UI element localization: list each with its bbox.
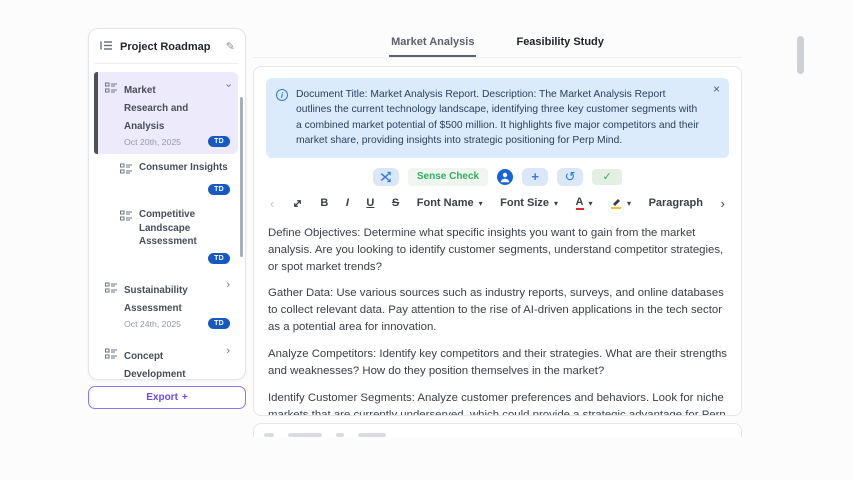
font-name-select[interactable]: Font Name ▾ <box>417 197 483 209</box>
toolbar-scroll-right-button[interactable]: › <box>721 196 725 211</box>
sense-check-button[interactable]: Sense Check <box>408 168 488 186</box>
confirm-button[interactable]: ✓ <box>592 169 622 185</box>
export-button[interactable]: Export + <box>88 386 246 409</box>
app-window: Project Roadmap ✎ Market Research and An… <box>0 0 853 480</box>
close-icon[interactable]: × <box>713 83 720 95</box>
chevron-left-icon: ‹ <box>270 196 274 211</box>
add-button[interactable]: + <box>522 168 548 186</box>
item-label: Competitive Landscape Assessment <box>139 208 230 249</box>
menu-list-icon[interactable] <box>100 40 113 54</box>
task-icon <box>120 209 132 227</box>
paragraph[interactable]: Gather Data: Use various sources such as… <box>268 285 727 336</box>
paragraph-format-select[interactable]: Paragraph <box>649 197 703 209</box>
item-date: Oct 24th, 2025 <box>124 319 201 329</box>
document-editor[interactable]: Define Objectives: Determine what specif… <box>266 225 729 416</box>
caret-down-icon: ▾ <box>479 199 483 208</box>
chevron-right-icon[interactable]: › <box>226 280 230 291</box>
item-date: Oct 20th, 2025 <box>124 137 201 147</box>
document-tabs: Market Analysis Feasibility Study <box>253 28 742 58</box>
chevron-right-icon[interactable]: › <box>226 346 230 357</box>
sidebar-header: Project Roadmap ✎ <box>89 29 245 63</box>
sidebar-scrollbar[interactable] <box>240 97 243 257</box>
user-button[interactable] <box>497 169 513 185</box>
shuffle-button[interactable] <box>373 168 399 186</box>
history-icon: ↺ <box>565 170 576 183</box>
caret-down-icon: ▾ <box>627 199 631 208</box>
document-info-banner: i Document Title: Market Analysis Report… <box>266 78 729 158</box>
task-icon <box>120 162 132 180</box>
item-label: Market Research and Analysis <box>124 85 188 132</box>
roadmap-panel: Project Roadmap ✎ Market Research and An… <box>88 28 246 380</box>
sidebar-item-concept-development[interactable]: Concept Development Oct 28th, 2025 › TD <box>94 338 238 380</box>
user-icon <box>497 169 513 185</box>
item-label: Consumer Insights <box>139 161 228 175</box>
status-badge: TD <box>208 136 230 147</box>
paragraph[interactable]: Define Objectives: Determine what specif… <box>268 225 727 276</box>
item-label: Concept Development <box>124 351 186 380</box>
sidebar-item-consumer-insights[interactable]: Consumer Insights TD <box>94 156 238 201</box>
bold-button[interactable]: B <box>320 197 328 209</box>
roadmap-items: Market Research and Analysis Oct 20th, 2… <box>89 64 245 380</box>
document-card: i Document Title: Market Analysis Report… <box>253 66 742 416</box>
underline-button[interactable]: U <box>366 197 374 209</box>
paragraph[interactable]: Identify Customer Segments: Analyze cust… <box>268 390 727 416</box>
tab-feasibility-study[interactable]: Feasibility Study <box>514 28 605 57</box>
sidebar-item-market-research[interactable]: Market Research and Analysis Oct 20th, 2… <box>94 72 238 154</box>
sidebar-item-competitive-landscape[interactable]: Competitive Landscape Assessment TD <box>94 203 238 270</box>
info-icon: i <box>276 89 288 101</box>
task-icon <box>105 281 117 329</box>
italic-button[interactable]: I <box>346 197 349 209</box>
banner-text: Document Title: Market Analysis Report. … <box>296 87 703 149</box>
history-button[interactable]: ↺ <box>557 168 583 186</box>
editor-toolbar: ‹ B I U S Font Name ▾ Font Size ▾ A <box>266 192 729 216</box>
font-size-select[interactable]: Font Size ▾ <box>500 197 558 209</box>
page-scrollbar[interactable] <box>797 36 804 74</box>
check-icon: ✓ <box>603 170 612 183</box>
tab-market-analysis[interactable]: Market Analysis <box>389 28 476 57</box>
expand-icon <box>292 198 303 209</box>
item-label: Sustainability Assessment <box>124 285 188 314</box>
task-icon <box>105 81 117 147</box>
expand-button[interactable] <box>292 198 303 209</box>
ai-toolbar: Sense Check + ↺ ✓ <box>266 168 729 186</box>
status-badge: TD <box>208 318 230 329</box>
caret-down-icon: ▾ <box>554 199 558 208</box>
sidebar-item-sustainability[interactable]: Sustainability Assessment Oct 24th, 2025… <box>94 272 238 336</box>
selected-accent-bar <box>94 72 98 154</box>
caret-down-icon: ▾ <box>589 199 593 208</box>
highlight-color-button[interactable]: ▾ <box>610 197 631 209</box>
main-area: Market Analysis Feasibility Study i Docu… <box>253 28 742 437</box>
status-badge: TD <box>208 184 230 195</box>
highlighter-icon <box>610 197 622 209</box>
plus-icon: + <box>182 392 188 403</box>
task-icon <box>105 347 117 380</box>
toolbar-scroll-left-button[interactable]: ‹ <box>270 196 274 211</box>
sidebar: Project Roadmap ✎ Market Research and An… <box>88 28 246 409</box>
plus-icon: + <box>531 170 539 183</box>
text-color-button[interactable]: A ▾ <box>576 196 593 210</box>
chevron-right-icon: › <box>721 196 725 211</box>
partially-visible-card <box>253 423 742 437</box>
edit-roadmap-icon[interactable]: ✎ <box>226 42 235 53</box>
shuffle-icon <box>379 171 392 183</box>
roadmap-title: Project Roadmap <box>120 41 219 53</box>
paragraph[interactable]: Analyze Competitors: Identify key compet… <box>268 346 727 380</box>
chevron-down-icon[interactable]: › <box>223 84 234 88</box>
status-badge: TD <box>208 253 230 264</box>
strikethrough-button[interactable]: S <box>392 197 399 209</box>
